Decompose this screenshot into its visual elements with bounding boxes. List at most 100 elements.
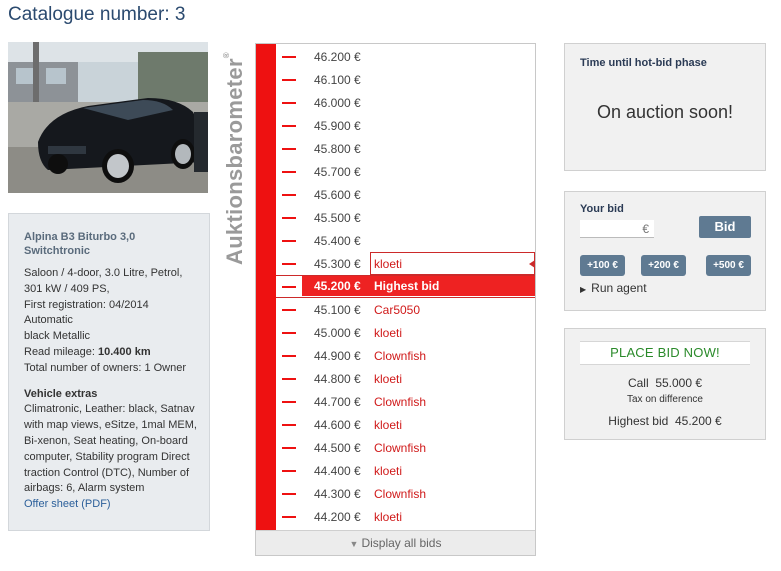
extras-text: computer, Stability program Direct [24, 450, 190, 463]
extras-text: Climatronic, Leather: black, Satnav [24, 403, 195, 416]
car-photo[interactable] [8, 42, 208, 193]
highest-bid-label: Highest bid [608, 414, 669, 428]
bid-panel: Your bid Bid +100 € +200 € +500 € ▶ Run a… [564, 191, 766, 311]
bid-row: 44.600 € kloeti [256, 413, 535, 436]
bidder-name: kloeti [374, 372, 403, 386]
bidder-name: kloeti [374, 257, 403, 271]
bid-amount: 45.900 € [314, 119, 361, 133]
bid-amount: 45.600 € [314, 188, 361, 202]
scale-tick [282, 516, 296, 518]
call-price-line: Call 55.000 € [565, 376, 765, 390]
extras-title: Vehicle extras [24, 387, 98, 400]
bidder-name: kloeti [374, 326, 403, 340]
page-title: Catalogue number: 3 [8, 4, 186, 25]
scale-tick [282, 470, 296, 472]
bid-amount: 44.400 € [314, 464, 361, 478]
vehicle-detail: 301 kW / 409 PS, [24, 282, 110, 295]
scale-tick [282, 378, 296, 380]
vehicle-detail: Saloon / 4-door, 3.0 Litre, Petrol, [24, 267, 183, 279]
run-agent-link[interactable]: ▶ Run agent [580, 281, 647, 295]
bid-row: 44.200 € kloeti [256, 505, 535, 528]
offer-sheet-link[interactable]: Offer sheet (PDF) [24, 497, 199, 513]
bid-row: 45.900 € [256, 114, 535, 137]
bid-row: 45.300 € kloeti [256, 252, 535, 275]
auction-status: On auction soon! [596, 102, 734, 122]
trademark-symbol: ® [222, 51, 231, 59]
scale-tick [282, 56, 296, 58]
scale-tick [282, 447, 296, 449]
display-all-bids-button[interactable]: ▼ Display all bids [256, 530, 535, 555]
bidder-name: kloeti [374, 418, 403, 432]
scale-tick [282, 125, 296, 127]
barometer-title: Auktionsbarometer [222, 58, 247, 265]
bid-row: 45.700 € [256, 160, 535, 183]
bid-amount: 45.300 € [314, 257, 361, 271]
bid-amount: 44.800 € [314, 372, 361, 386]
extras-text: with map views, eSitze, 1mal MEM, [24, 419, 197, 432]
barometer-label: Auktionsbarometer® [222, 52, 248, 265]
bid-amount: 45.800 € [314, 142, 361, 156]
bid-amount-input[interactable] [580, 220, 654, 238]
bid-amount: 44.900 € [314, 349, 361, 363]
vehicle-name: Alpina B3 Biturbo 3,0 Switchtronic [24, 231, 136, 257]
scale-tick [282, 332, 296, 334]
highest-bid-value: 45.200 € [675, 414, 722, 428]
bid-row: 44.700 € Clownfish [256, 390, 535, 413]
pointer-arrow-icon [529, 260, 535, 268]
bid-row: 46.100 € [256, 68, 535, 91]
call-value: 55.000 € [655, 376, 703, 390]
call-label: Call [627, 376, 649, 390]
tax-note: Tax on difference [627, 394, 703, 405]
highest-bid-separator [276, 275, 535, 276]
triangle-right-icon: ▶ [580, 285, 587, 294]
scale-tick [282, 102, 296, 104]
place-bid-now-button[interactable]: PLACE BID NOW! [580, 341, 750, 365]
bid-amount: 45.500 € [314, 211, 361, 225]
extras-text: airbags: 6, Alarm system [24, 482, 145, 495]
bidder-name: Clownfish [374, 349, 427, 363]
bid-barometer: 46.200 € 46.100 € 46.000 € 45.900 € 45.800 €… [255, 43, 536, 556]
bid-row: 46.000 € [256, 91, 535, 114]
run-agent-label: Run agent [591, 281, 647, 295]
bid-amount: 45.000 € [314, 326, 361, 340]
bidder-name: Car5050 [374, 303, 421, 317]
bid-amount: 46.200 € [314, 50, 361, 64]
bidder-name: Clownfish [374, 487, 427, 501]
bid-amount: 44.600 € [314, 418, 361, 432]
scale-tick [282, 171, 296, 173]
increment-500-button[interactable]: +500 € [706, 255, 751, 276]
scale-tick [282, 263, 296, 265]
bid-row: 44.900 € Clownfish [256, 344, 535, 367]
bid-amount: 45.100 € [314, 303, 361, 317]
bid-amount: 46.100 € [314, 73, 361, 87]
bid-row: 44.500 € Clownfish [256, 436, 535, 459]
bid-row: 44.800 € kloeti [256, 367, 535, 390]
bidder-name: kloeti [374, 510, 403, 524]
scale-tick [282, 148, 296, 150]
triangle-down-icon: ▼ [349, 539, 359, 549]
mileage-label: Read mileage: [24, 345, 95, 358]
scale-tick [282, 401, 296, 403]
mileage-value: 10.400 km [98, 345, 151, 358]
time-panel-title: Time until hot-bid phase [580, 57, 707, 69]
bid-row: 45.800 € [256, 137, 535, 160]
bid-button[interactable]: Bid [699, 216, 751, 238]
scale-tick [282, 217, 296, 219]
scale-tick [282, 286, 296, 288]
extras-text: traction Control (DTC), Number of [24, 466, 190, 479]
scale-tick [282, 424, 296, 426]
vehicle-detail: black Metallic [24, 330, 91, 343]
bid-amount: 44.500 € [314, 441, 361, 455]
bid-row: 45.200 € Highest bid [256, 275, 535, 298]
increment-200-button[interactable]: +200 € [641, 255, 686, 276]
owners-line: Total number of owners: 1 Owner [24, 361, 187, 374]
bidder-name: kloeti [374, 464, 403, 478]
mileage-line: Read mileage: 10.400 km [24, 345, 199, 361]
bid-row: 44.400 € kloeti [256, 459, 535, 482]
vehicle-detail: First registration: 04/2014 [24, 298, 149, 311]
bid-row: 45.100 € Car5050 [256, 298, 535, 321]
increment-100-button[interactable]: +100 € [580, 255, 625, 276]
bid-amount: 45.200 € [314, 279, 361, 293]
your-bid-title: Your bid [580, 203, 624, 215]
bidder-name: Clownfish [374, 441, 427, 455]
